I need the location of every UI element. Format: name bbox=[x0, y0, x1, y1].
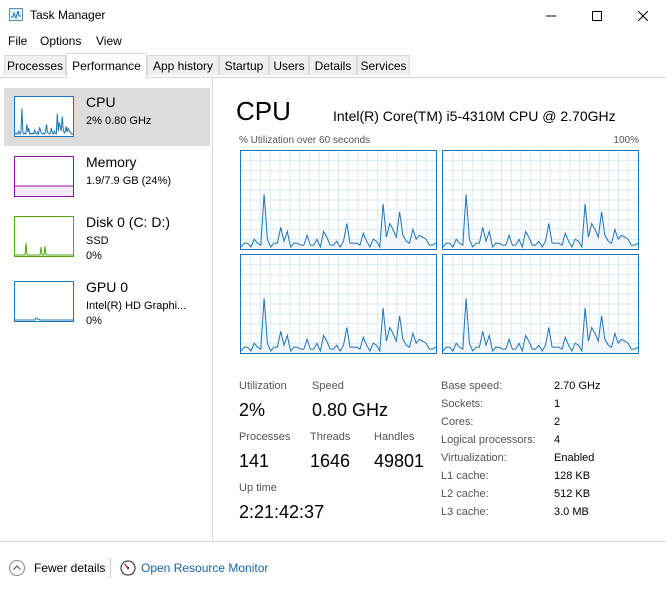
resource-memory[interactable]: Memory 1.9/7.9 GB (24%) bbox=[4, 148, 210, 206]
sockets-value: 1 bbox=[554, 398, 561, 410]
base-speed-value: 2.70 GHz bbox=[554, 380, 601, 392]
base-speed-label: Base speed: bbox=[441, 380, 503, 392]
fewer-details-button[interactable]: Fewer details bbox=[34, 561, 105, 575]
footer-divider bbox=[110, 558, 111, 578]
resource-name: CPU bbox=[86, 94, 116, 110]
uptime-value: 2:21:42:37 bbox=[239, 502, 325, 522]
close-button[interactable] bbox=[620, 0, 666, 31]
footer-bar: Fewer details Open Resource Monitor bbox=[0, 541, 666, 594]
utilization-max-label: 100% bbox=[613, 135, 639, 146]
logical-processors-label: Logical processors: bbox=[441, 434, 536, 446]
sockets-label: Sockets: bbox=[441, 398, 484, 410]
chevron-up-icon[interactable] bbox=[9, 560, 25, 576]
resource-gpu[interactable]: GPU 0 Intel(R) HD Graphi... 0% bbox=[4, 273, 210, 331]
resource-detail: SSD bbox=[86, 235, 109, 247]
resource-name: Disk 0 (C: D:) bbox=[86, 214, 170, 230]
threads-label: Threads bbox=[310, 431, 351, 443]
virtualization-value: Enabled bbox=[554, 452, 595, 464]
resource-detail: 2% 0.80 GHz bbox=[86, 115, 152, 127]
cpu-graph-core-0 bbox=[240, 150, 437, 250]
virtualization-label: Virtualization: bbox=[441, 452, 507, 464]
utilization-label: Utilization bbox=[239, 380, 287, 392]
maximize-icon bbox=[592, 10, 602, 21]
menu-bar: File Options View bbox=[0, 31, 666, 51]
minimize-icon bbox=[546, 15, 556, 16]
menu-file[interactable]: File bbox=[8, 34, 27, 48]
utilization-value: 2% bbox=[239, 400, 266, 420]
resource-detail-2: 0% bbox=[86, 250, 102, 262]
cpu-panel: CPU Intel(R) Core(TM) i5-4310M CPU @ 2.7… bbox=[213, 78, 666, 540]
cpu-thumbnail bbox=[14, 96, 74, 137]
l3-cache-label: L3 cache: bbox=[441, 506, 489, 518]
tab-details[interactable]: Details bbox=[309, 55, 357, 75]
resource-name: Memory bbox=[86, 154, 137, 170]
threads-value: 1646 bbox=[310, 451, 351, 471]
tab-performance[interactable]: Performance bbox=[66, 53, 147, 78]
window-title: Task Manager bbox=[30, 8, 106, 22]
resource-monitor-icon[interactable] bbox=[120, 560, 136, 576]
disk-thumbnail bbox=[14, 216, 74, 257]
tab-services[interactable]: Services bbox=[357, 55, 410, 75]
l3-cache-value: 3.0 MB bbox=[554, 506, 589, 518]
processes-value: 141 bbox=[239, 451, 270, 471]
cores-label: Cores: bbox=[441, 416, 474, 428]
processes-label: Processes bbox=[239, 431, 291, 443]
l2-cache-value: 512 KB bbox=[554, 488, 591, 500]
cpu-graph-core-2 bbox=[240, 254, 437, 354]
resource-disk[interactable]: Disk 0 (C: D:) SSD 0% bbox=[4, 208, 210, 266]
cpu-graph-core-1 bbox=[442, 150, 639, 250]
maximize-button[interactable] bbox=[574, 0, 620, 31]
logical-processors-value: 4 bbox=[554, 434, 561, 446]
handles-label: Handles bbox=[374, 431, 415, 443]
speed-value: 0.80 GHz bbox=[312, 400, 389, 420]
handles-value: 49801 bbox=[374, 451, 425, 471]
tab-app-history[interactable]: App history bbox=[147, 55, 219, 75]
l1-cache-label: L1 cache: bbox=[441, 470, 489, 482]
memory-thumbnail bbox=[14, 156, 74, 197]
tab-processes[interactable]: Processes bbox=[4, 55, 66, 75]
l2-cache-label: L2 cache: bbox=[441, 488, 489, 500]
resource-cpu[interactable]: CPU 2% 0.80 GHz bbox=[4, 88, 210, 146]
resource-detail: 1.9/7.9 GB (24%) bbox=[86, 175, 171, 187]
title-bar: Task Manager bbox=[0, 0, 666, 31]
menu-options[interactable]: Options bbox=[40, 34, 81, 48]
resource-list: CPU 2% 0.80 GHz Memory 1.9/7.9 GB (24%) … bbox=[0, 78, 213, 540]
utilization-axis-label: % Utilization over 60 seconds bbox=[239, 135, 371, 146]
resource-detail: Intel(R) HD Graphi... bbox=[86, 300, 187, 312]
task-manager-icon bbox=[9, 8, 23, 21]
close-icon bbox=[638, 10, 648, 21]
minimize-button[interactable] bbox=[528, 0, 574, 31]
cpu-model: Intel(R) Core(TM) i5-4310M CPU @ 2.70GHz bbox=[333, 108, 616, 124]
l1-cache-value: 128 KB bbox=[554, 470, 591, 482]
tab-strip: Processes Performance App history Startu… bbox=[0, 53, 666, 78]
speed-label: Speed bbox=[312, 380, 344, 392]
gpu-thumbnail bbox=[14, 281, 74, 322]
resource-detail-2: 0% bbox=[86, 315, 102, 327]
tab-users[interactable]: Users bbox=[269, 55, 309, 75]
resource-name: GPU 0 bbox=[86, 279, 129, 295]
cpu-heading: CPU bbox=[236, 96, 291, 126]
menu-view[interactable]: View bbox=[96, 34, 122, 48]
tab-startup[interactable]: Startup bbox=[219, 55, 269, 75]
cpu-graph-core-3 bbox=[442, 254, 639, 354]
uptime-label: Up time bbox=[239, 482, 277, 494]
cores-value: 2 bbox=[554, 416, 561, 428]
open-resource-monitor-link[interactable]: Open Resource Monitor bbox=[141, 561, 268, 575]
